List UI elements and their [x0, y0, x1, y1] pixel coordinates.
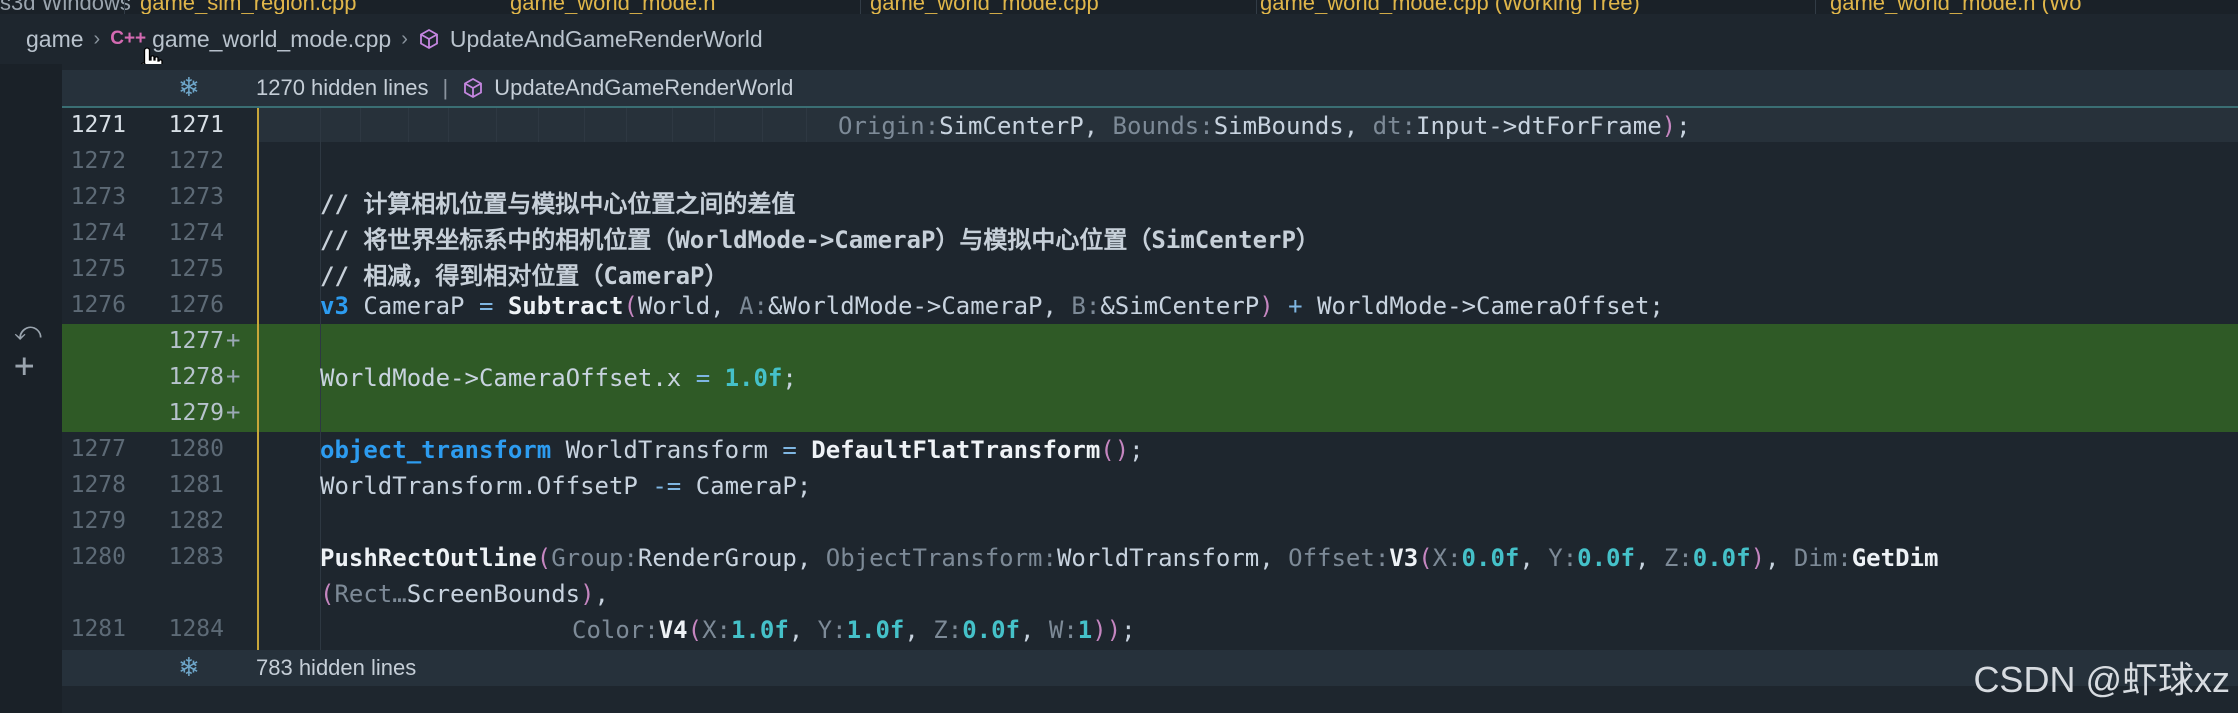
hidden-lines-label: 783 hidden lines: [256, 655, 417, 680]
added-line-plus-icon: +: [226, 362, 241, 390]
line-number-left: 1273: [70, 184, 126, 210]
line-number-left: 1274: [70, 220, 126, 246]
tab-world-mode-h-working-tree[interactable]: game_world_mode.h (Wo: [1830, 0, 2082, 14]
line-number-right: 1277: [168, 328, 224, 354]
code-comment-line: // 相减，得到相对位置（CameraP）: [320, 262, 729, 290]
unfold-icon[interactable]: ❄: [178, 72, 200, 103]
tab-bar: s3d Windows game_sim_region.cpp game_wor…: [0, 0, 2238, 14]
diff-actions: ⤺ +: [14, 318, 42, 383]
code-comment-line: // 计算相机位置与模拟中心位置之间的差值: [320, 190, 796, 218]
hidden-lines-fold-bottom[interactable]: ❄ 783 hidden lines: [62, 650, 2238, 686]
line-number-left: 1275: [70, 256, 126, 282]
added-line-plus-icon: +: [226, 398, 241, 426]
line-number-right: 1283: [168, 544, 224, 570]
code-line: WorldTransform.OffsetP -= CameraP;: [320, 472, 812, 500]
line-number-left: 1278: [70, 472, 126, 498]
line-number-right: 1284: [168, 616, 224, 642]
unfold-icon[interactable]: ❄: [178, 652, 200, 683]
line-number-right: 1275: [168, 256, 224, 282]
line-number-right: 1273: [168, 184, 224, 210]
line-number-left: 1279: [70, 508, 126, 534]
tab-world-mode-cpp-working-tree[interactable]: game_world_mode.cpp (Working Tree): [1260, 0, 1640, 14]
breadcrumb-root[interactable]: game: [26, 26, 84, 53]
line-number-right: 1272: [168, 148, 224, 174]
line-number-right: 1281: [168, 472, 224, 498]
added-code-line: WorldMode->CameraOffset.x = 1.0f;: [320, 364, 797, 392]
code-line-wrapped: (Rect…ScreenBounds),: [320, 580, 609, 608]
tab-world-mode-cpp[interactable]: game_world_mode.cpp: [870, 0, 1099, 14]
line-number-right: 1271: [168, 112, 224, 138]
code-line: v3 CameraP = Subtract(World, A:&WorldMod…: [320, 292, 1664, 320]
line-number-right: 1278: [168, 364, 224, 390]
hidden-lines-label: 1270 hidden lines: [256, 75, 429, 100]
line-number-right: 1280: [168, 436, 224, 462]
code-line: Origin:SimCenterP, Bounds:SimBounds, dt:…: [838, 112, 1691, 140]
chevron-right-icon: ›: [93, 27, 101, 50]
added-line-plus-icon: +: [226, 326, 241, 354]
line-number-right: 1282: [168, 508, 224, 534]
tab-sim-region[interactable]: game_sim_region.cpp: [140, 0, 356, 14]
code-line: object_transform WorldTransform = Defaul…: [320, 436, 1144, 464]
code-line: PushRectOutline(Group:RenderGroup, Objec…: [320, 544, 1939, 572]
symbol-method-icon: [420, 28, 438, 50]
stage-plus-icon[interactable]: +: [14, 349, 42, 383]
line-number-left: 1277: [70, 436, 126, 462]
breadcrumb-symbol[interactable]: UpdateAndGameRenderWorld: [450, 26, 763, 53]
hidden-lines-fold-top[interactable]: ❄ 1270 hidden lines | UpdateAndGameRende…: [62, 70, 2238, 108]
line-number-left: 1281: [70, 616, 126, 642]
line-number-left: 1280: [70, 544, 126, 570]
fold-symbol-label: UpdateAndGameRenderWorld: [494, 75, 794, 100]
code-comment-line: // 将世界坐标系中的相机位置（WorldMode->CameraP）与模拟中心…: [320, 226, 1320, 254]
line-number-right: 1279: [168, 400, 224, 426]
line-number-left: 1276: [70, 292, 126, 318]
line-number-right: 1274: [168, 220, 224, 246]
tab-world-mode-h[interactable]: game_world_mode.h: [510, 0, 715, 14]
line-number-right: 1276: [168, 292, 224, 318]
breadcrumb-file[interactable]: game_world_mode.cpp: [152, 26, 391, 53]
activity-strip: [0, 64, 62, 713]
watermark: CSDN @虾球xz: [1973, 659, 2230, 700]
modified-region-bar: [257, 106, 259, 650]
chevron-right-icon: ›: [401, 27, 408, 50]
tab-0[interactable]: s3d Windows: [0, 0, 131, 14]
code-line: Color:V4(X:1.0f, Y:1.0f, Z:0.0f, W:1));: [572, 616, 1136, 644]
line-number-left: 1272: [70, 148, 126, 174]
revert-icon[interactable]: ⤺: [14, 318, 42, 346]
breadcrumb: game › C++ game_world_mode.cpp › UpdateA…: [0, 14, 2238, 64]
line-number-left: 1271: [70, 112, 126, 138]
symbol-method-icon: [464, 77, 483, 99]
